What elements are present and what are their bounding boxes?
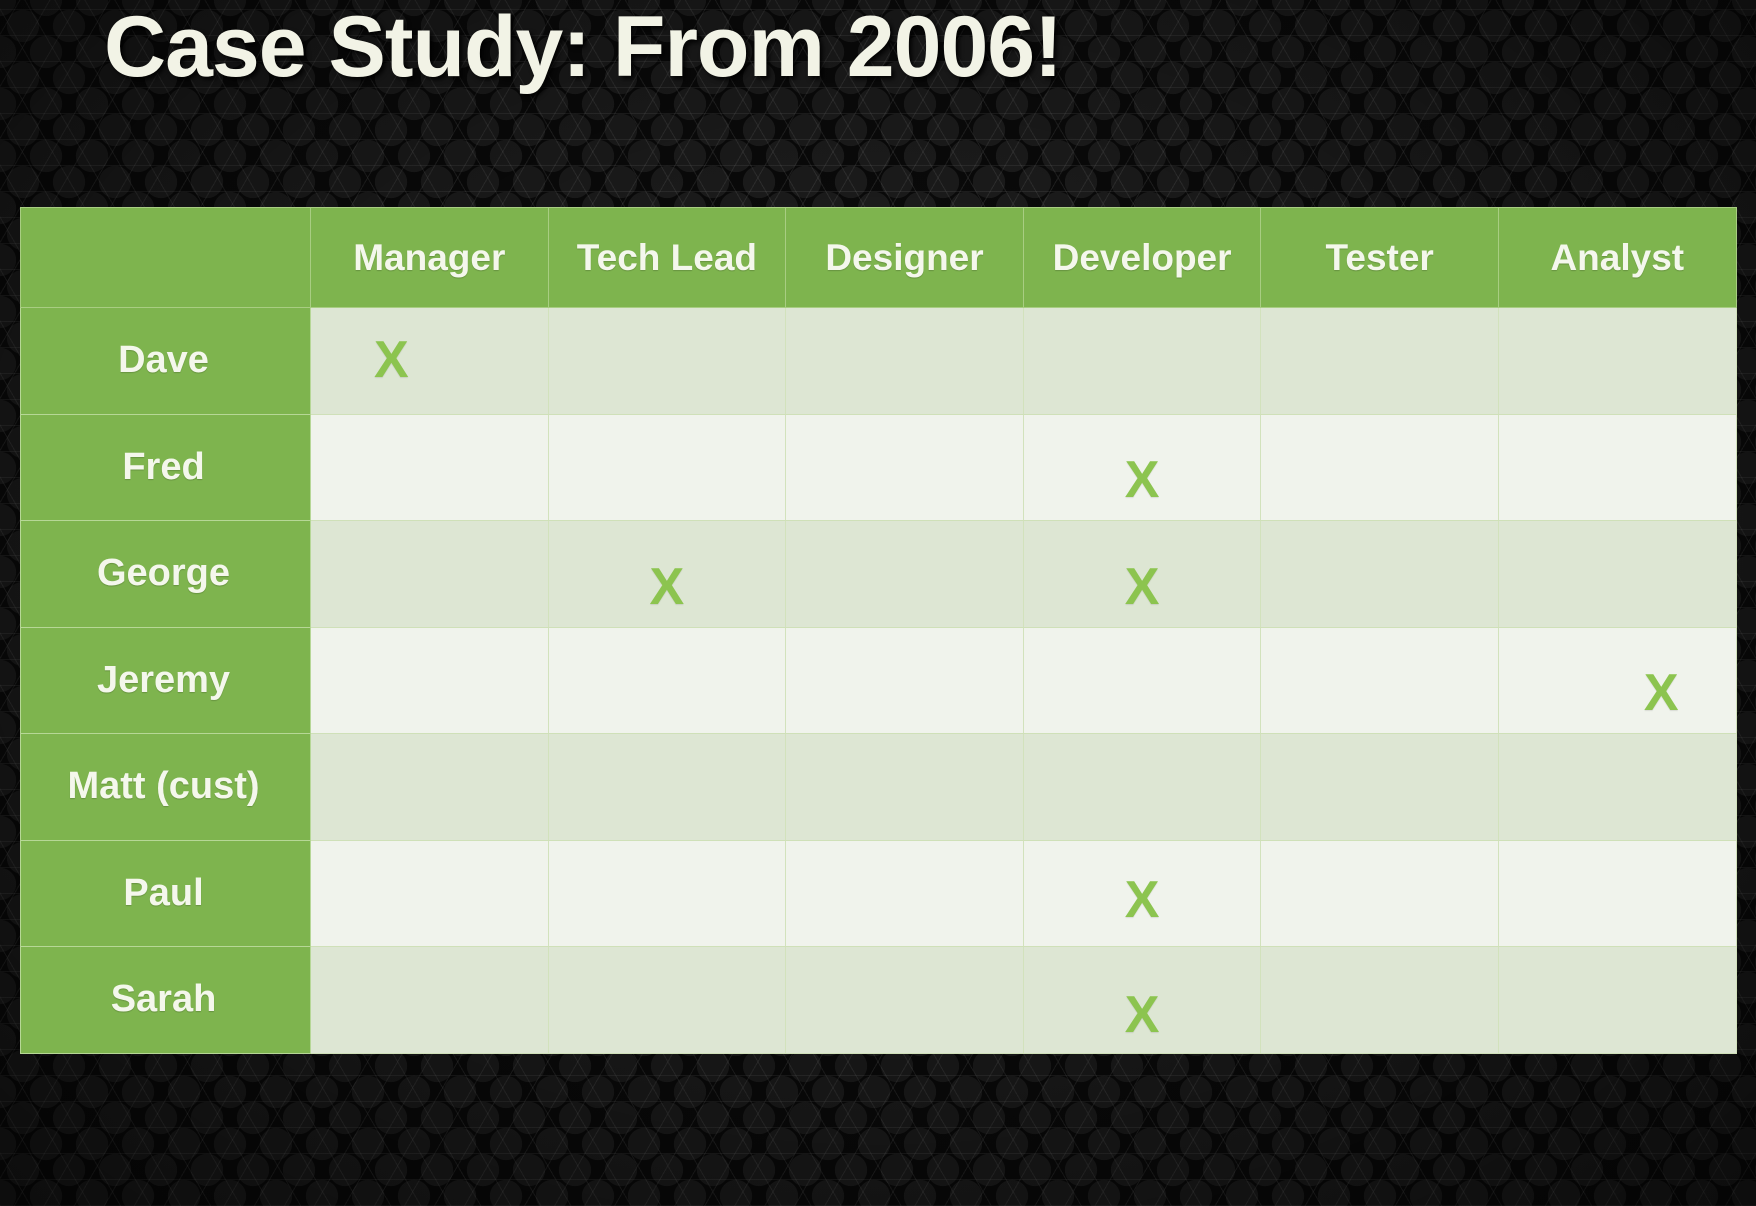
table-row: Sarah X (20, 946, 1737, 1054)
cell-sarah-manager[interactable] (310, 946, 549, 1054)
table-row: Matt (cust) (20, 733, 1737, 841)
row-label-fred[interactable]: Fred (20, 413, 311, 521)
column-header-designer[interactable]: Designer (785, 207, 1024, 308)
mark-x: X (373, 330, 409, 389)
column-header-manager[interactable]: Manager (310, 207, 549, 308)
cell-dave-tech-lead[interactable] (547, 307, 787, 415)
cell-fred-tester[interactable] (1260, 413, 1499, 521)
table-row: Paul X (20, 839, 1737, 947)
mark-x: X (649, 557, 685, 616)
cell-fred-manager[interactable] (310, 413, 549, 521)
column-header-tech-lead[interactable]: Tech Lead (547, 207, 787, 308)
slide-canvas: Case Study: From 2006! Manager Tech Lead… (0, 0, 1756, 1206)
cell-jeremy-tech-lead[interactable] (547, 626, 787, 734)
cell-matt-manager[interactable] (310, 733, 549, 841)
cell-george-analyst[interactable] (1497, 520, 1737, 628)
cell-sarah-tester[interactable] (1260, 946, 1499, 1054)
cell-paul-manager[interactable] (310, 839, 549, 947)
cell-matt-tester[interactable] (1260, 733, 1499, 841)
row-label-dave[interactable]: Dave (20, 307, 311, 415)
cell-dave-manager[interactable]: X (310, 307, 549, 415)
table-row: Fred X (20, 413, 1737, 521)
table-row: Jeremy X (20, 626, 1737, 734)
cell-matt-developer[interactable] (1022, 733, 1262, 841)
cell-george-developer[interactable]: X (1022, 520, 1262, 628)
cell-matt-tech-lead[interactable] (547, 733, 787, 841)
cell-sarah-analyst[interactable] (1497, 946, 1737, 1054)
column-header-analyst[interactable]: Analyst (1497, 207, 1737, 308)
row-label-matt-cust[interactable]: Matt (cust) (20, 733, 311, 841)
column-header-developer[interactable]: Developer (1022, 207, 1262, 308)
row-label-sarah[interactable]: Sarah (20, 946, 311, 1054)
matrix-table: Manager Tech Lead Designer Developer Tes… (20, 207, 1737, 1054)
cell-paul-developer[interactable]: X (1022, 839, 1262, 947)
table-row: George X X (20, 520, 1737, 628)
mark-x: X (1124, 451, 1160, 510)
cell-jeremy-analyst[interactable]: X (1497, 626, 1737, 734)
cell-sarah-developer[interactable]: X (1022, 946, 1262, 1054)
cell-fred-tech-lead[interactable] (547, 413, 787, 521)
page-title: Case Study: From 2006! (104, 0, 1063, 95)
cell-jeremy-developer[interactable] (1022, 626, 1262, 734)
row-label-george[interactable]: George (20, 520, 311, 628)
row-label-paul[interactable]: Paul (20, 839, 311, 947)
cell-paul-designer[interactable] (785, 839, 1024, 947)
cell-george-tester[interactable] (1260, 520, 1499, 628)
cell-matt-designer[interactable] (785, 733, 1024, 841)
row-label-jeremy[interactable]: Jeremy (20, 626, 311, 734)
header-row: Manager Tech Lead Designer Developer Tes… (20, 207, 1737, 308)
cell-sarah-tech-lead[interactable] (547, 946, 787, 1054)
mark-x: X (1124, 985, 1160, 1044)
cell-paul-analyst[interactable] (1497, 839, 1737, 947)
mark-x: X (1124, 557, 1160, 616)
cell-matt-analyst[interactable] (1497, 733, 1737, 841)
cell-jeremy-manager[interactable] (310, 626, 549, 734)
cell-sarah-designer[interactable] (785, 946, 1024, 1054)
cell-fred-developer[interactable]: X (1022, 413, 1262, 521)
cell-dave-developer[interactable] (1022, 307, 1262, 415)
cell-dave-designer[interactable] (785, 307, 1024, 415)
cell-jeremy-tester[interactable] (1260, 626, 1499, 734)
matrix-body: Dave X Fred X George X X Jeremy X Matt (… (20, 307, 1737, 1054)
cell-dave-analyst[interactable] (1497, 307, 1737, 415)
matrix-header: Manager Tech Lead Designer Developer Tes… (20, 207, 1737, 308)
cell-george-designer[interactable] (785, 520, 1024, 628)
cell-fred-designer[interactable] (785, 413, 1024, 521)
column-header-tester[interactable]: Tester (1260, 207, 1499, 308)
cell-paul-tech-lead[interactable] (547, 839, 787, 947)
cell-george-tech-lead[interactable]: X (547, 520, 787, 628)
skills-matrix: Manager Tech Lead Designer Developer Tes… (20, 207, 1737, 1054)
cell-paul-tester[interactable] (1260, 839, 1499, 947)
mark-x: X (1643, 664, 1679, 723)
cell-dave-tester[interactable] (1260, 307, 1499, 415)
table-row: Dave X (20, 307, 1737, 415)
matrix-corner-cell (20, 207, 311, 308)
mark-x: X (1124, 871, 1160, 930)
cell-george-manager[interactable] (310, 520, 549, 628)
cell-jeremy-designer[interactable] (785, 626, 1024, 734)
cell-fred-analyst[interactable] (1497, 413, 1737, 521)
